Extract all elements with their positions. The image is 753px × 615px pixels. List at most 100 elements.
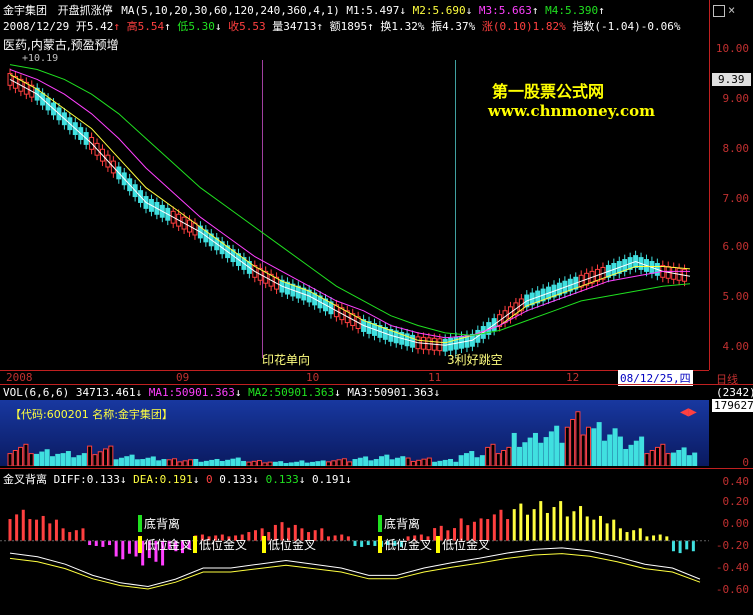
macd-axis-000: 0.00 bbox=[722, 517, 750, 530]
macd-bar bbox=[253, 530, 257, 541]
volume-bar bbox=[49, 456, 55, 466]
volume-bar bbox=[251, 460, 257, 466]
volume-bar bbox=[501, 450, 507, 466]
vol-bottom-border bbox=[0, 468, 753, 469]
macd-bar bbox=[499, 509, 503, 541]
macd-bar bbox=[74, 530, 78, 541]
macd-bar bbox=[612, 519, 616, 541]
vol-value: 34713.461 bbox=[75, 386, 136, 399]
macd-bar bbox=[652, 535, 656, 541]
volume-bar bbox=[28, 453, 34, 466]
volume-bar bbox=[559, 442, 565, 466]
volume-bar bbox=[437, 460, 443, 466]
volume-bar bbox=[39, 451, 45, 466]
vol-header: VOL(6,6,6) 34713.461↓ MA1:50901.363↓ MA2… bbox=[3, 386, 440, 399]
macd-bar bbox=[598, 515, 602, 541]
macd-bar bbox=[632, 530, 636, 541]
volume-bar bbox=[76, 455, 82, 466]
macd-bar bbox=[101, 540, 105, 547]
macd-bar bbox=[559, 501, 563, 541]
volume-bar bbox=[44, 449, 50, 466]
volume-bar bbox=[554, 425, 560, 466]
volume-bar bbox=[203, 460, 209, 466]
volume-bar bbox=[485, 446, 491, 466]
volume-bar bbox=[272, 461, 278, 466]
volume-bar bbox=[527, 437, 533, 466]
price-panel[interactable] bbox=[0, 0, 753, 370]
macd-bar bbox=[320, 528, 324, 541]
volume-bar bbox=[373, 459, 379, 466]
macd-bar bbox=[579, 506, 583, 541]
volume-bar bbox=[458, 455, 464, 466]
macd-bar bbox=[545, 512, 549, 541]
volume-bar bbox=[60, 453, 66, 466]
volume-bar bbox=[564, 426, 570, 466]
volume-bar bbox=[649, 450, 655, 466]
volume-bar bbox=[421, 458, 427, 466]
label-golden-cross-2: 低位金叉 bbox=[193, 536, 247, 553]
volume-bar bbox=[256, 460, 262, 466]
vol-axis-top: (2342) bbox=[716, 386, 753, 399]
volume-bar bbox=[368, 460, 374, 466]
macd-bar bbox=[526, 514, 529, 541]
time-axis-12: 12 bbox=[566, 371, 580, 384]
volume-bar bbox=[156, 460, 162, 466]
macd-bar bbox=[333, 535, 337, 541]
volume-bar bbox=[389, 459, 395, 466]
watermark-url: www.chnmoney.com bbox=[488, 102, 655, 120]
macd-bar bbox=[539, 501, 543, 541]
macd-bar bbox=[685, 540, 689, 550]
label-golden-cross-5: 低位金叉 bbox=[436, 536, 490, 553]
macd-bar bbox=[678, 540, 682, 554]
volume-bar bbox=[283, 463, 289, 466]
volume-bar bbox=[7, 453, 13, 466]
split-arrows-icon[interactable]: ◀▶ bbox=[680, 404, 697, 420]
label-golden-cross-3: 低位金叉 bbox=[262, 536, 316, 553]
macd-axis-n020: -0.20 bbox=[715, 539, 749, 552]
volume-bar bbox=[193, 458, 199, 466]
vol-ma2-arrow-icon: ↓ bbox=[334, 386, 341, 399]
time-axis-11: 11 bbox=[428, 371, 442, 384]
macd-bar bbox=[671, 540, 675, 552]
volume-bar bbox=[405, 457, 411, 466]
volume-panel[interactable]: 【代码:600201 名称:金宇集团】 ◀▶ bbox=[0, 400, 709, 466]
volume-bar bbox=[363, 456, 369, 466]
macd-bar bbox=[572, 511, 576, 541]
macd-bar bbox=[8, 519, 12, 541]
volume-bar bbox=[495, 453, 501, 466]
volume-bar bbox=[12, 450, 18, 466]
volume-bar bbox=[686, 455, 692, 466]
volume-bar bbox=[320, 460, 326, 466]
volume-bar bbox=[267, 461, 273, 466]
vol-axis-current: 179627 bbox=[712, 399, 753, 412]
volume-bar bbox=[352, 459, 358, 466]
price-axis-7: 7.00 bbox=[722, 192, 750, 205]
volume-bar bbox=[586, 426, 592, 466]
macd-bar bbox=[108, 540, 112, 546]
macd-bar bbox=[618, 528, 622, 541]
volume-bar bbox=[538, 442, 544, 466]
volume-bar bbox=[511, 432, 517, 466]
volume-bar bbox=[166, 459, 172, 466]
macd-panel[interactable]: 底背离 底背离 低位金叉 低位金叉 低位金叉 低位金叉 低位金叉 bbox=[0, 485, 709, 615]
volume-bar bbox=[161, 459, 167, 466]
vol-ma3-arrow-icon: ↓ bbox=[433, 386, 441, 399]
macd-bar bbox=[81, 528, 85, 541]
volume-bar bbox=[150, 456, 156, 466]
vol-ma2: MA2:50901.363 bbox=[248, 386, 335, 399]
volume-bar bbox=[241, 460, 247, 466]
time-axis-bottom-border bbox=[0, 384, 753, 385]
macd-bar bbox=[552, 507, 556, 541]
volume-bar bbox=[134, 459, 140, 466]
volume-bar bbox=[177, 461, 183, 466]
volume-bar bbox=[617, 436, 623, 466]
volume-bar bbox=[140, 459, 146, 466]
volume-bar bbox=[543, 437, 549, 466]
macd-bar bbox=[54, 519, 58, 541]
vol-ma1-arrow-icon: ↓ bbox=[234, 386, 242, 399]
annotation-good-news: 3利好跳空 bbox=[447, 353, 503, 367]
macd-bar bbox=[21, 509, 25, 541]
price-axis-border bbox=[709, 0, 710, 370]
annotation-stamp-duty: 印花单向 bbox=[262, 353, 311, 367]
volume-bar bbox=[81, 453, 87, 466]
